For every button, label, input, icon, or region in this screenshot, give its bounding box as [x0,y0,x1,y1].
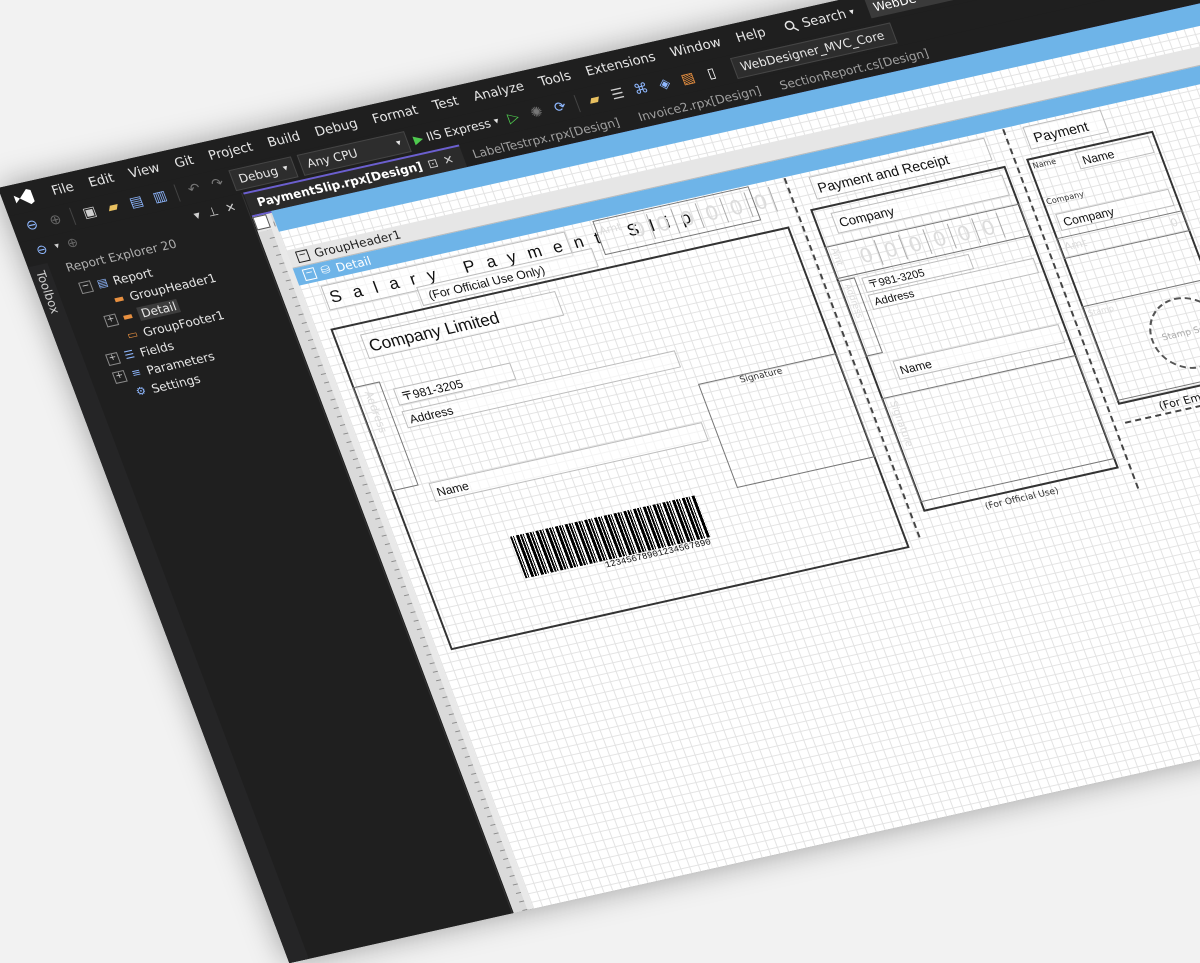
stamp-label: Stamp [1086,303,1116,318]
receipt-amt-label: Amt [828,247,845,267]
navigate-icon[interactable]: ⊖ [34,242,50,259]
chevron-down-icon: ▾ [848,7,856,18]
open-folder-icon[interactable]: ▰ [101,197,125,218]
hot-reload-icon[interactable]: ✺ [525,102,549,123]
menu-file[interactable]: File [42,178,84,200]
address-side-label: Address [361,389,390,435]
close-icon[interactable]: ✕ [223,200,238,215]
folder-icon[interactable]: ▰ [582,89,606,110]
menu-view[interactable]: View [119,158,170,182]
close-icon[interactable]: ✕ [440,149,458,172]
dropdown-icon[interactable]: ▾ [192,208,203,223]
undo-icon[interactable]: ↶ [182,179,206,200]
save-all-icon[interactable]: ▥ [148,186,172,207]
ide-window: File Edit View Git Project Build Debug F… [0,0,1200,963]
menu-tools[interactable]: Tools [529,67,581,92]
toolbar-separator [173,184,181,202]
save-icon[interactable]: ▤ [125,192,149,213]
forward-icon[interactable]: ⊕ [65,235,81,252]
menu-help[interactable]: Help [726,23,776,47]
payment-amt-label: Amt [1062,236,1089,254]
collapse-icon[interactable]: − [294,249,311,264]
image-icon[interactable]: ▧ [676,68,700,89]
menu-git[interactable]: Git [164,151,203,173]
toolbar-separator [68,207,77,226]
pin-icon[interactable]: ⊥ [205,204,220,220]
chevron-down-icon: ▾ [394,138,403,149]
gear-icon: ⚙ [133,383,149,399]
receipt-signature-label: Signature [886,399,915,448]
menu-test[interactable]: Test [423,92,469,115]
band-icon: ▬ [111,291,127,307]
forward-icon[interactable]: ⊕ [44,210,68,231]
pin-icon[interactable]: ⊡ [424,152,442,175]
expand-icon[interactable]: + [103,313,120,327]
menu-edit[interactable]: Edit [79,169,125,192]
redo-icon[interactable]: ↷ [206,174,230,195]
refresh-icon[interactable]: ⟳ [548,97,572,118]
parameters-icon: ≡ [129,365,144,380]
hierarchy-icon[interactable]: ⌘ [629,79,653,100]
chevron-down-icon[interactable]: ▾ [53,241,61,251]
expand-icon[interactable]: + [104,351,121,366]
document-icon[interactable]: ▯ [700,63,724,84]
visual-studio-logo-icon [9,185,38,211]
layers-icon[interactable]: ◈ [653,74,677,95]
expand-icon[interactable]: + [111,369,128,384]
toolbar-separator [573,94,582,113]
collapse-icon[interactable]: − [77,279,94,294]
search-label: Search [799,6,849,31]
chevron-down-icon: ▾ [492,116,501,127]
band-icon: ▬ [120,309,136,324]
play-icon: ▶ [411,131,426,147]
back-icon[interactable]: ⊖ [20,215,44,236]
fields-icon: ☰ [122,347,137,363]
filter-icon[interactable]: ☰ [606,84,630,105]
start-without-debug-icon[interactable]: ▷ [501,107,525,128]
amt-label: Amt [597,220,624,238]
band-icon: ▭ [125,327,140,342]
search-icon [784,20,799,31]
panel-controls: ▾ ⊥ ✕ [192,198,248,223]
collapse-icon[interactable]: − [301,267,318,282]
report-icon: ▤ [95,275,110,291]
chevron-down-icon: ▾ [281,163,290,175]
stamp-seal-text: Stamp Seal [1160,322,1200,344]
new-item-icon[interactable]: ▣ [78,202,102,223]
menu-build[interactable]: Build [257,127,310,152]
toolbox-label: Toolbox [32,269,63,315]
database-icon: ⛁ [318,262,333,278]
payment-amt-value: 0 [1168,215,1180,230]
